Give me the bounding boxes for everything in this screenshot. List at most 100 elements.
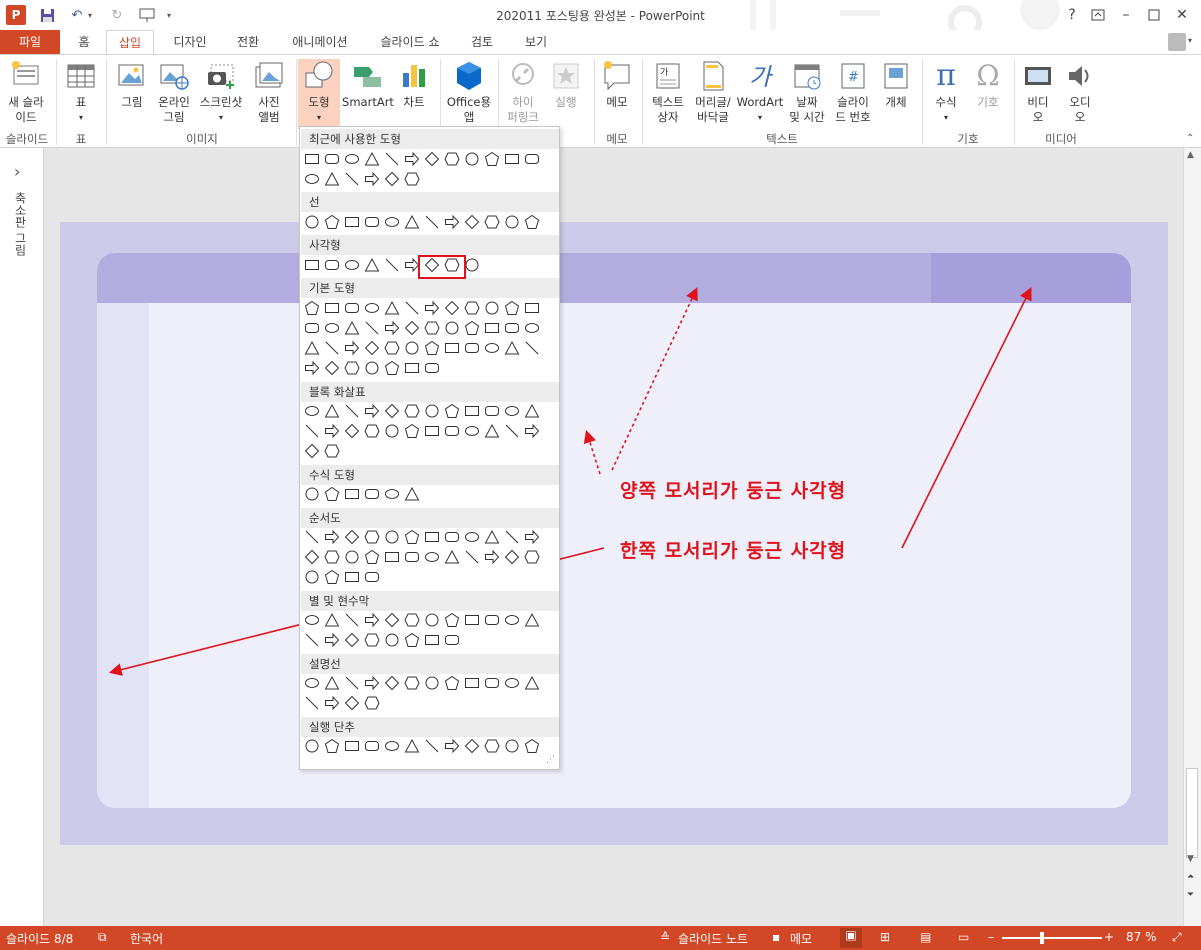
comments-icon[interactable]: ▪ [772,930,780,944]
shape-option[interactable] [304,569,320,585]
shape-option[interactable] [464,340,480,356]
shape-option[interactable] [364,423,380,439]
normal-view-icon[interactable]: ▣ [840,928,862,948]
shape-option[interactable] [504,529,520,545]
shape-option[interactable] [424,151,440,167]
shape-option[interactable] [524,151,540,167]
slide-sorter-icon[interactable]: ⊞ [880,930,890,944]
spellcheck-icon[interactable]: ⧉ [98,930,107,945]
shape-option[interactable] [384,529,400,545]
shape-option[interactable] [524,423,540,439]
shape-option[interactable] [464,675,480,691]
shape-option[interactable] [444,612,460,628]
shape-option[interactable] [364,151,380,167]
shape-option[interactable] [404,423,420,439]
shape-option[interactable] [324,675,340,691]
shape-option[interactable] [364,214,380,230]
shape-option[interactable] [344,214,360,230]
shape-option[interactable] [404,403,420,419]
notes-button[interactable]: 슬라이드 노트 [678,930,748,947]
shape-option[interactable] [504,549,520,565]
shape-option[interactable] [424,632,440,648]
shape-option[interactable] [304,300,320,316]
shape-option[interactable] [324,443,340,459]
shape-option[interactable] [344,151,360,167]
shape-option[interactable] [464,300,480,316]
shape-option[interactable] [344,695,360,711]
shape-option[interactable] [444,529,460,545]
shape-option[interactable] [424,738,440,754]
shape-option[interactable] [484,738,500,754]
shape-option[interactable] [344,632,360,648]
shape-option[interactable] [304,738,320,754]
shape-option[interactable] [344,738,360,754]
zoom-out-button[interactable]: – [988,930,994,944]
shape-option[interactable] [364,171,380,187]
shape-option[interactable] [364,529,380,545]
shape-option[interactable] [384,549,400,565]
shape-option[interactable] [304,171,320,187]
shape-option[interactable] [344,423,360,439]
shape-option[interactable] [444,738,460,754]
shape-option[interactable] [384,300,400,316]
shape-option[interactable] [404,738,420,754]
shape-option[interactable] [324,320,340,336]
shape-option[interactable] [304,403,320,419]
shape-option[interactable] [524,320,540,336]
shape-option[interactable] [424,214,440,230]
shape-option[interactable] [364,340,380,356]
shape-option[interactable] [444,675,460,691]
shape-option[interactable] [424,300,440,316]
shape-option[interactable] [384,340,400,356]
shape-option[interactable] [464,320,480,336]
shape-option[interactable] [364,569,380,585]
shape-option[interactable] [344,675,360,691]
shape-option[interactable] [444,214,460,230]
shape-option[interactable] [324,632,340,648]
zoom-slider[interactable] [1002,937,1102,939]
shape-option[interactable] [384,360,400,376]
shape-option[interactable] [464,423,480,439]
shape-option[interactable] [364,320,380,336]
shape-option[interactable] [484,340,500,356]
shape-option[interactable] [304,675,320,691]
shape-option[interactable] [344,529,360,545]
shape-option[interactable] [424,612,440,628]
shape-option[interactable] [444,340,460,356]
shape-option[interactable] [484,320,500,336]
shape-option[interactable] [344,300,360,316]
shape-option[interactable] [304,257,320,273]
shape-option[interactable] [384,612,400,628]
shape-option[interactable] [304,486,320,502]
shape-option[interactable] [464,549,480,565]
shape-option[interactable] [424,360,440,376]
shape-option[interactable] [364,675,380,691]
shape-option[interactable] [384,214,400,230]
shape-option[interactable] [504,423,520,439]
shape-option[interactable] [484,151,500,167]
shape-option[interactable] [384,320,400,336]
shape-option[interactable] [404,214,420,230]
shape-option[interactable] [404,360,420,376]
shape-option[interactable] [444,151,460,167]
shape-option[interactable] [524,403,540,419]
shape-option[interactable] [324,360,340,376]
reading-view-icon[interactable]: ▤ [920,930,931,944]
shape-option[interactable] [324,529,340,545]
shape-option[interactable] [424,675,440,691]
shape-option[interactable] [304,151,320,167]
shape-option[interactable] [504,738,520,754]
shape-option[interactable] [344,171,360,187]
shape-option[interactable] [364,486,380,502]
shape-option[interactable] [324,340,340,356]
shape-option[interactable] [324,486,340,502]
shape-option[interactable] [344,486,360,502]
shape-option[interactable] [484,300,500,316]
shape-option[interactable] [304,612,320,628]
shape-option[interactable] [324,403,340,419]
shape-option[interactable] [304,214,320,230]
shape-option[interactable] [404,340,420,356]
shape-option[interactable] [324,695,340,711]
shape-option[interactable] [524,675,540,691]
shape-option[interactable] [324,151,340,167]
